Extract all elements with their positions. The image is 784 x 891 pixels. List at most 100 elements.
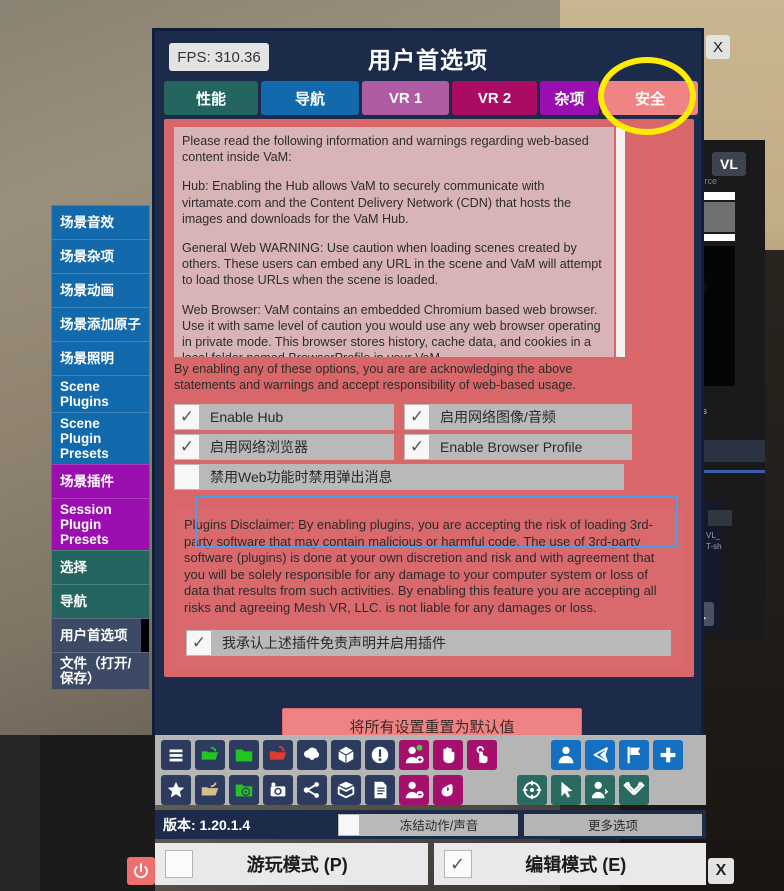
security-paragraph-0: Please read the following information an… (182, 134, 589, 165)
scrollbar-track[interactable] (616, 127, 625, 357)
security-info-textbox[interactable]: Please read the following information an… (174, 127, 614, 357)
person-icon[interactable] (551, 740, 581, 770)
status-bar: 版本: 1.20.1.4 冻结动作/声音 更多选项 (155, 810, 706, 839)
security-checkbox-3[interactable]: ✓ Enable Browser Profile (404, 434, 632, 460)
checkbox-box[interactable] (174, 464, 200, 490)
edit-mode-checkbox[interactable]: ✓ (443, 850, 472, 878)
toolbar-row-2 (161, 775, 649, 805)
security-paragraph-3: Web Browser: VaM contains an embedded Ch… (182, 302, 601, 357)
security-checkbox-0[interactable]: ✓ Enable Hub (174, 404, 394, 430)
remove-person-icon[interactable] (399, 775, 429, 805)
person-edit-icon[interactable] (585, 775, 615, 805)
star-icon[interactable] (161, 775, 191, 805)
cloud-download-icon[interactable] (297, 740, 327, 770)
plugins-acknowledge-checkbox[interactable]: ✓ 我承认上述插件免责声明并启用插件 (186, 630, 671, 656)
sidebar-item-2[interactable]: 场景动画 (51, 273, 150, 307)
play-mode-checkbox[interactable] (165, 850, 193, 878)
edit-mode-toggle[interactable]: ✓ 编辑模式 (E) (433, 843, 706, 885)
security-checkbox-1[interactable]: ✓ 启用网络图像/音频 (404, 404, 632, 430)
unity-icon[interactable] (585, 740, 615, 770)
sidebar-item-label: 场景添加原子 (60, 317, 141, 332)
sidebar-item-1[interactable]: 场景杂项 (51, 239, 150, 273)
sidebar-item-label: 场景音效 (60, 215, 114, 230)
grab-hand-icon[interactable] (433, 775, 463, 805)
bg-thumb-label-1: VL_ (706, 531, 721, 540)
plus-icon[interactable] (653, 740, 683, 770)
node-graph-icon[interactable] (297, 775, 327, 805)
checkbox-box[interactable]: ✓ (174, 404, 200, 430)
sidebar-item-11[interactable]: 用户首选项 (51, 618, 150, 652)
toolbar-row-1 (161, 740, 683, 770)
freeze-checkbox-label: 冻结动作/声音 (360, 813, 518, 836)
bg-browser-thumb (708, 510, 732, 526)
mode-bar: 游玩模式 (P) ✓ 编辑模式 (E) (155, 843, 706, 885)
sidebar-item-9[interactable]: 选择 (51, 550, 150, 584)
package-icon[interactable] (331, 740, 361, 770)
toolbar-gap (467, 775, 513, 805)
security-checkbox-4[interactable]: 禁用Web功能时禁用弹出消息 (174, 464, 624, 490)
flag-icon[interactable] (619, 740, 649, 770)
checkbox-label: Enable Browser Profile (430, 434, 632, 460)
menu-icon[interactable] (161, 740, 191, 770)
sidebar-item-label: 场景插件 (60, 474, 114, 489)
close-button-bottom[interactable]: X (708, 858, 734, 884)
toolbar-gap (501, 740, 547, 770)
sidebar-item-3[interactable]: 场景添加原子 (51, 307, 150, 341)
sidebar-item-10[interactable]: 导航 (51, 584, 150, 618)
more-options-button[interactable]: 更多选项 (524, 813, 702, 836)
tab-label: 杂项 (554, 90, 585, 108)
close-button-top[interactable]: X (706, 35, 730, 59)
tools-icon[interactable] (619, 775, 649, 805)
folder-icon[interactable] (229, 740, 259, 770)
hand-icon[interactable] (433, 740, 463, 770)
sidebar-selection-marker (141, 619, 149, 652)
sidebar-item-6[interactable]: Scene Plugin Presets (51, 412, 150, 464)
tab-0[interactable]: 性能 (164, 81, 258, 115)
security-checkbox-2[interactable]: ✓ 启用网络浏览器 (174, 434, 394, 460)
document-icon[interactable] (365, 775, 395, 805)
target-icon[interactable] (517, 775, 547, 805)
camera-icon[interactable] (263, 775, 293, 805)
dialog-tabs: 性能 导航 VR 1 VR 2 杂项 安全 (164, 81, 698, 115)
sidebar-item-7[interactable]: 场景插件 (51, 464, 150, 498)
checkbox-box[interactable]: ✓ (174, 434, 200, 460)
tab-3[interactable]: VR 2 (452, 81, 537, 115)
sidebar-item-label: 用户首选项 (60, 628, 128, 643)
tab-2[interactable]: VR 1 (362, 81, 449, 115)
tab-5[interactable]: 安全 (602, 81, 698, 115)
freeze-motion-sound-checkbox[interactable]: 冻结动作/声音 (338, 813, 518, 836)
cursor-icon[interactable] (551, 775, 581, 805)
version-label: 版本: 1.20.1.4 (163, 816, 251, 833)
sidebar-item-12[interactable]: 文件（打开/保存） (51, 652, 150, 690)
open-box-icon[interactable] (331, 775, 361, 805)
checkbox-box[interactable]: ✓ (186, 630, 212, 656)
power-icon[interactable] (127, 857, 155, 885)
pointer-hand-icon[interactable] (467, 740, 497, 770)
save-scene-icon[interactable] (195, 775, 225, 805)
alert-icon[interactable] (365, 740, 395, 770)
checkbox-label: 启用网络图像/音频 (430, 404, 632, 430)
sidebar-item-0[interactable]: 场景音效 (51, 205, 150, 239)
checkbox-box[interactable]: ✓ (404, 434, 430, 460)
sidebar-item-label: 文件（打开/保存） (60, 656, 132, 686)
checkbox-box[interactable]: ✓ (404, 404, 430, 430)
sidebar-item-4[interactable]: 场景照明 (51, 341, 150, 375)
sidebar-item-label: Session Plugin Presets (60, 502, 112, 547)
page-title: 用户首选项 (368, 47, 488, 73)
bg-browser-thumb-labels: VL_ T-sh (706, 530, 722, 552)
sidebar-item-8[interactable]: Session Plugin Presets (51, 498, 150, 550)
open-scene-icon[interactable] (195, 740, 225, 770)
load-red-icon[interactable] (263, 740, 293, 770)
freeze-checkbox-box[interactable] (338, 813, 360, 836)
folder-settings-icon[interactable] (229, 775, 259, 805)
tab-4[interactable]: 杂项 (540, 81, 599, 115)
checkbox-label: 我承认上述插件免责声明并启用插件 (212, 630, 671, 656)
tab-label: VR 2 (477, 89, 512, 107)
bg-browser-logo-2: VL (712, 152, 746, 176)
sidebar-item-label: 导航 (60, 594, 87, 609)
sidebar-item-label: 选择 (60, 560, 87, 575)
add-person-icon[interactable] (399, 740, 429, 770)
sidebar-item-5[interactable]: Scene Plugins (51, 375, 150, 412)
tab-1[interactable]: 导航 (261, 81, 359, 115)
play-mode-toggle[interactable]: 游玩模式 (P) (155, 843, 428, 885)
